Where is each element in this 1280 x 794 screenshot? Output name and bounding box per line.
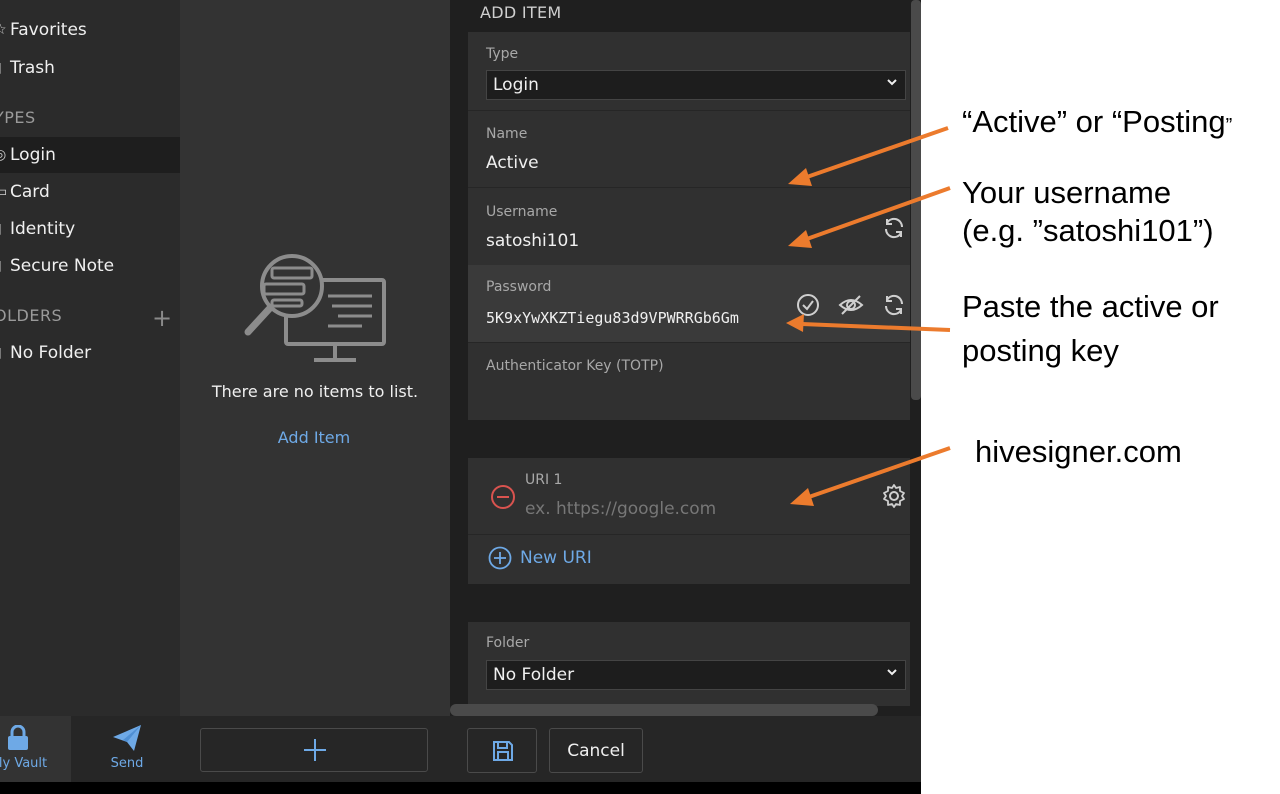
arrow-head-uri [790, 488, 814, 506]
arrow-to-username [803, 186, 951, 242]
arrow-to-password [801, 322, 951, 332]
arrow-head-username [788, 230, 812, 248]
annotation-arrows [786, 126, 951, 506]
arrow-to-uri [805, 446, 951, 500]
arrow-head-name [788, 168, 812, 186]
arrow-to-name [803, 126, 949, 180]
arrow-head-password [786, 314, 804, 332]
